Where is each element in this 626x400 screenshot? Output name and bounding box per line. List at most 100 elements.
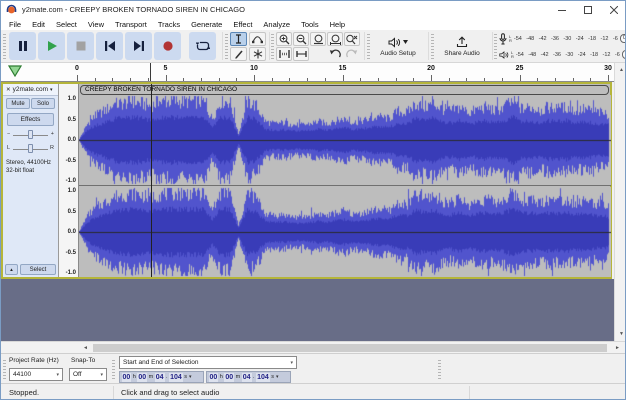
tools-grip[interactable] [225, 33, 228, 59]
loop-button[interactable] [189, 32, 216, 60]
zoom-toggle-button[interactable] [344, 32, 360, 46]
edit-grip[interactable] [271, 33, 274, 59]
selection-mode-select[interactable]: Start and End of Selection ▾ [119, 356, 297, 369]
time-unit[interactable]: . [252, 374, 256, 380]
multi-tool-button[interactable] [249, 47, 266, 61]
time-digits[interactable]: 00 [224, 372, 235, 382]
menu-analyze[interactable]: Analyze [263, 20, 290, 29]
time-unit[interactable]: h [219, 374, 224, 380]
skip-to-start-button[interactable] [96, 32, 123, 60]
close-button[interactable] [601, 1, 625, 18]
menu-transport[interactable]: Transport [115, 20, 147, 29]
time-unit[interactable]: s [270, 374, 275, 380]
pinned-play-head-icon[interactable] [8, 65, 22, 77]
menu-edit[interactable]: Edit [32, 20, 45, 29]
silence-audio-button[interactable] [293, 47, 309, 61]
time-digits[interactable]: 00 [208, 372, 219, 382]
selection-end-field[interactable]: 00 h 00 m 04. 104 s ▾ [206, 371, 291, 383]
audio-setup-grip[interactable] [367, 33, 370, 59]
zoom-in-button[interactable] [276, 32, 292, 46]
time-unit[interactable]: . [165, 374, 169, 380]
toolbar-separator [492, 32, 493, 60]
playspeed-grip[interactable] [438, 358, 441, 379]
trim-audio-button[interactable] [276, 47, 292, 61]
track-name[interactable]: y2mate.com [13, 86, 48, 93]
effects-button[interactable]: Effects [7, 113, 54, 126]
minimize-button[interactable] [549, 1, 575, 18]
gain-slider-thumb[interactable] [28, 130, 33, 139]
track-menu-icon[interactable]: ▾ [50, 87, 53, 93]
time-unit[interactable]: h [132, 374, 137, 380]
horizontal-scrollbar[interactable]: ◄ ► [1, 341, 625, 353]
zoom-fit-project-button[interactable] [327, 32, 343, 46]
time-digits[interactable]: 104 [256, 372, 270, 382]
menu-view[interactable]: View [88, 20, 104, 29]
record-meter[interactable]: LR -54 -48 -42 -36 -30 -24 -18 -12 -6 0 [499, 31, 625, 46]
horizontal-scroll-thumb[interactable] [93, 344, 607, 352]
audio-setup-button[interactable]: Audio Setup [372, 31, 424, 62]
vertical-scale-ruler[interactable]: 1.0 0.5 0.0 -0.5 -1.0 1.0 0.5 0.0 -0.5 -1.0 [58, 84, 78, 277]
menu-help[interactable]: Help [330, 20, 345, 29]
timeline-ruler[interactable]: 0 5 10 15 20 25 30 [1, 63, 614, 82]
menu-generate[interactable]: Generate [191, 20, 222, 29]
pause-button[interactable] [9, 32, 36, 60]
time-digits[interactable]: 04 [241, 372, 252, 382]
time-format-dropdown-icon[interactable]: ▾ [189, 374, 192, 380]
time-digits[interactable]: 104 [169, 372, 183, 382]
record-button[interactable] [154, 32, 181, 60]
time-unit[interactable]: m [148, 374, 155, 380]
pan-slider[interactable]: LR [7, 144, 54, 154]
share-audio-button[interactable]: Share Audio [436, 31, 488, 62]
mute-button[interactable]: Mute [6, 98, 30, 109]
selection-tool-button[interactable] [230, 32, 247, 46]
menu-select[interactable]: Select [56, 20, 77, 29]
scroll-down-icon[interactable]: ▼ [615, 328, 625, 340]
scroll-up-icon[interactable]: ▲ [615, 64, 625, 76]
selection-start-field[interactable]: 00 h 00 m 04. 104 s ▾ [119, 371, 204, 383]
play-button[interactable] [38, 32, 65, 60]
project-rate-select[interactable]: 44100 ▾ [9, 368, 63, 381]
menu-tools[interactable]: Tools [301, 20, 319, 29]
maximize-button[interactable] [575, 1, 601, 18]
skip-to-end-button[interactable] [125, 32, 152, 60]
zoom-in-icon [279, 34, 289, 44]
selbar-grip[interactable] [3, 358, 6, 379]
zoom-out-button[interactable] [293, 32, 309, 46]
menu-tracks[interactable]: Tracks [158, 20, 180, 29]
time-digits[interactable]: 00 [137, 372, 148, 382]
zoom-selection-button[interactable] [310, 32, 326, 46]
share-grip[interactable] [431, 33, 434, 59]
waveform-channel-right[interactable] [79, 187, 611, 277]
time-format-dropdown-icon[interactable]: ▾ [276, 374, 279, 380]
time-digits[interactable]: 04 [154, 372, 165, 382]
timeline-label: 10 [250, 65, 258, 72]
menu-effect[interactable]: Effect [233, 20, 252, 29]
track-title-overlay[interactable]: CREEPY BROKEN TORNADO SIREN IN CHICAGO [80, 85, 609, 95]
redo-button[interactable] [344, 47, 360, 61]
vertical-scrollbar[interactable]: ▲ ▼ [614, 63, 625, 341]
waveform-channel-left[interactable] [79, 95, 611, 185]
draw-tool-button[interactable] [230, 47, 247, 61]
time-unit[interactable]: s [183, 374, 188, 380]
meter-scale-value: -18 [588, 35, 597, 42]
time-unit[interactable]: m [235, 374, 242, 380]
playback-meter[interactable]: LR -54-48-42-36-30-24-18-12-6 0 [499, 47, 625, 62]
track-header[interactable]: ✕ y2mate.com ▾ [3, 84, 58, 96]
gain-slider[interactable]: − + [7, 130, 54, 140]
time-digits[interactable]: 00 [121, 372, 132, 382]
empty-track-area[interactable] [1, 279, 614, 341]
pan-slider-thumb[interactable] [28, 144, 33, 153]
track-close-icon[interactable]: ✕ [6, 87, 11, 93]
snap-to-select[interactable]: Off ▾ [69, 368, 107, 381]
undo-button[interactable] [327, 47, 343, 61]
solo-button[interactable]: Solo [31, 98, 55, 109]
selbar-grip2[interactable] [112, 358, 115, 379]
meter-grip[interactable] [494, 33, 497, 59]
envelope-tool-button[interactable] [249, 32, 266, 46]
track-select-button[interactable]: Select [20, 264, 56, 275]
transport-grip[interactable] [3, 33, 6, 59]
waveform-area[interactable]: CREEPY BROKEN TORNADO SIREN IN CHICAGO [78, 84, 611, 277]
stop-button[interactable] [67, 32, 94, 60]
collapse-track-button[interactable]: ▲ [5, 264, 18, 275]
menu-file[interactable]: File [9, 20, 21, 29]
